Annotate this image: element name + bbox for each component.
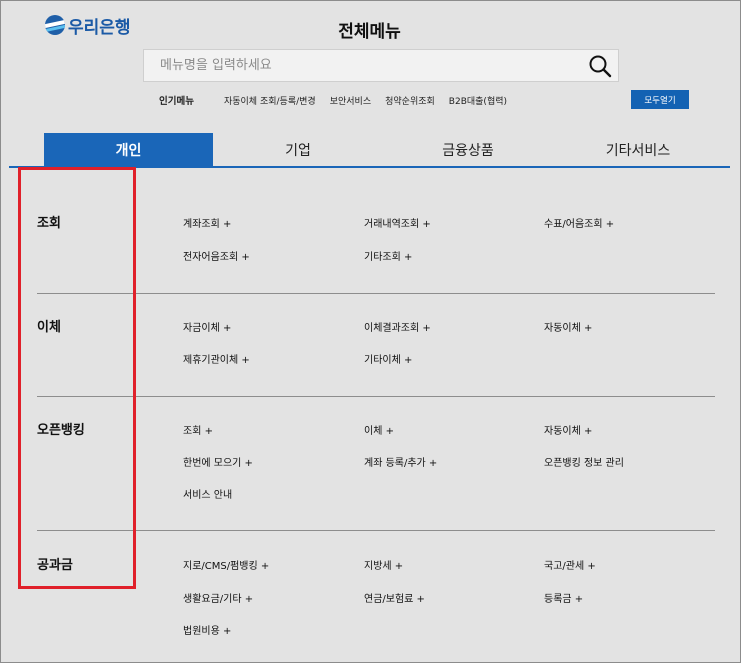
popular-menu: 인기메뉴 자동이체 조회/등록/변경 보안서비스 청약순위조회 B2B대출(협력…	[159, 93, 521, 107]
window-frame: 우리은행 전체메뉴 인기메뉴 자동이체 조회/등록/변경 보안서비스 청약순위조…	[0, 0, 741, 663]
menu-item[interactable]: 자금이체 +	[183, 319, 231, 334]
menu-item[interactable]: 국고/관세 +	[544, 557, 596, 572]
menu-item[interactable]: 자동이체 +	[544, 422, 592, 437]
search-input[interactable]	[144, 50, 590, 81]
tab-personal[interactable]: 개인	[44, 133, 213, 166]
section-inquiry: 조회 계좌조회 + 거래내역조회 + 수표/어음조회 + 전자어음조회 + 기타…	[37, 168, 715, 294]
menu-item[interactable]: 등록금 +	[544, 590, 583, 605]
open-all-button[interactable]: 모두열기	[631, 90, 689, 109]
highlight-box	[18, 167, 136, 589]
menu-item[interactable]: 연금/보험료 +	[364, 590, 425, 605]
tab-business[interactable]: 기업	[213, 133, 383, 166]
popular-keyword[interactable]: 자동이체 조회/등록/변경	[224, 94, 316, 107]
menu-item[interactable]: 오픈뱅킹 정보 관리	[544, 454, 624, 469]
menu-item[interactable]: 자동이체 +	[544, 319, 592, 334]
popular-keyword[interactable]: 보안서비스	[330, 94, 371, 107]
menu-item[interactable]: 계좌조회 +	[183, 215, 231, 230]
popular-keyword[interactable]: B2B대출(협력)	[449, 94, 507, 107]
popular-menu-label: 인기메뉴	[159, 96, 194, 107]
tab-other-services[interactable]: 기타서비스	[553, 133, 723, 166]
menu-item[interactable]: 제휴기관이체 +	[183, 351, 250, 366]
menu-item[interactable]: 기타이체 +	[364, 351, 412, 366]
page-title: 전체메뉴	[338, 22, 401, 42]
full-menu-page: 우리은행 전체메뉴 인기메뉴 자동이체 조회/등록/변경 보안서비스 청약순위조…	[9, 8, 730, 656]
menu-item[interactable]: 법원비용 +	[183, 622, 231, 637]
menu-item[interactable]: 지로/CMS/펌뱅킹 +	[183, 557, 269, 572]
menu-item[interactable]: 전자어음조회 +	[183, 248, 250, 263]
tab-financial-products[interactable]: 금융상품	[383, 133, 553, 166]
menu-item[interactable]: 수표/어음조회 +	[544, 215, 614, 230]
menu-item[interactable]: 지방세 +	[364, 557, 403, 572]
menu-tabs: 개인 기업 금융상품 기타서비스	[9, 133, 730, 168]
menu-item[interactable]: 거래내역조회 +	[364, 215, 431, 230]
menu-item[interactable]: 기타조회 +	[364, 248, 412, 263]
section-transfer: 이체 자금이체 + 이체결과조회 + 자동이체 + 제휴기관이체 + 기타이체 …	[37, 294, 715, 397]
menu-item[interactable]: 생활요금/기타 +	[183, 590, 253, 605]
menu-item[interactable]: 한번에 모으기 +	[183, 454, 253, 469]
menu-item[interactable]: 서비스 안내	[183, 486, 232, 501]
menu-item[interactable]: 계좌 등록/추가 +	[364, 454, 437, 469]
menu-item[interactable]: 조회 +	[183, 422, 213, 437]
section-open-banking: 오픈뱅킹 조회 + 이체 + 자동이체 + 한번에 모으기 + 계좌 등록/추가…	[37, 397, 715, 531]
menu-item[interactable]: 이체 +	[364, 422, 394, 437]
menu-item[interactable]: 이체결과조회 +	[364, 319, 431, 334]
section-utility-bills: 공과금 지로/CMS/펌뱅킹 + 지방세 + 국고/관세 + 생활요금/기타 +…	[37, 531, 715, 656]
popular-keyword[interactable]: 청약순위조회	[385, 94, 435, 107]
search-icon[interactable]	[588, 54, 612, 78]
search-bar	[143, 49, 619, 82]
